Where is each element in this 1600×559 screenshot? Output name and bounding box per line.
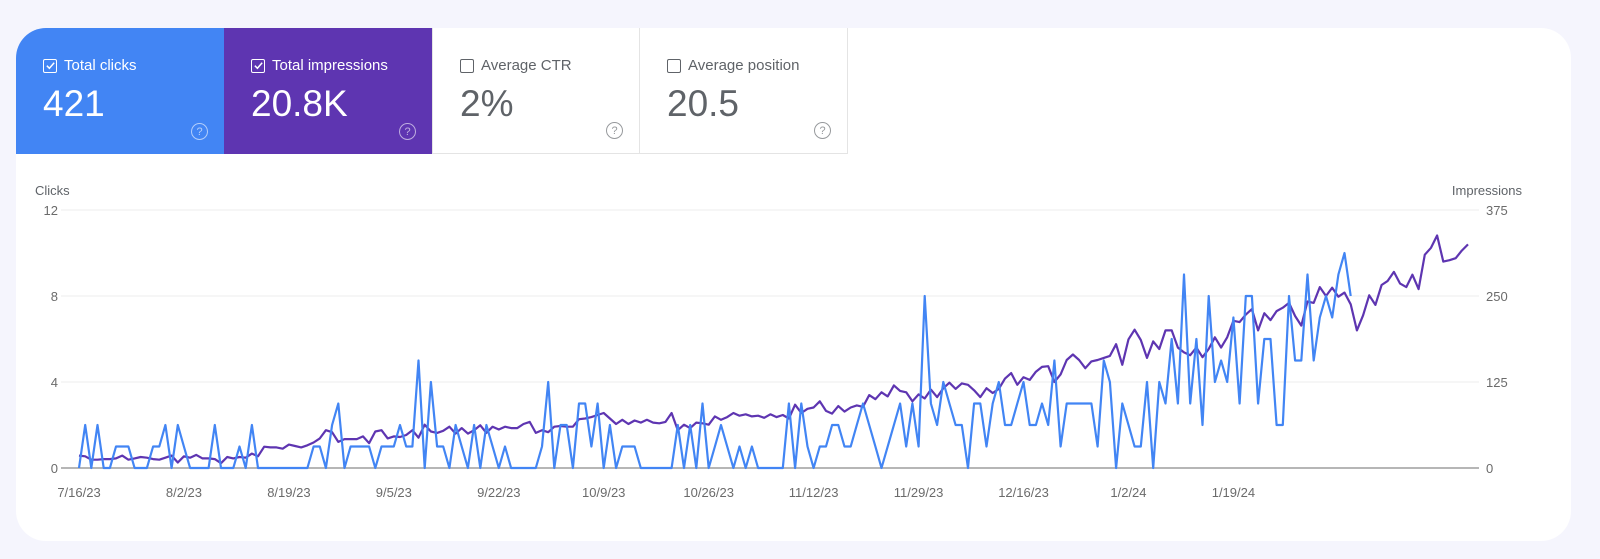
left-tick-label: 8 — [51, 289, 58, 304]
series-line-impressions[interactable] — [79, 236, 1468, 464]
x-tick-label: 10/26/23 — [683, 485, 734, 500]
left-tick-label: 0 — [51, 461, 58, 476]
right-tick-label: 250 — [1486, 289, 1508, 304]
series-points-clicks — [79, 253, 1351, 468]
right-tick-label: 0 — [1486, 461, 1493, 476]
x-tick-label: 7/16/23 — [57, 485, 100, 500]
x-tick-label: 10/9/23 — [582, 485, 625, 500]
performance-chart: Clicks Impressions 0 4 8 12 0 125 250 375 7/16… — [16, 28, 1571, 541]
left-tick-label: 4 — [51, 375, 58, 390]
right-tick-label: 125 — [1486, 375, 1508, 390]
x-tick-label: 9/22/23 — [477, 485, 520, 500]
right-axis-title: Impressions — [1452, 183, 1523, 198]
x-tick-label: 8/19/23 — [267, 485, 310, 500]
x-tick-label: 9/5/23 — [376, 485, 412, 500]
performance-panel: Total clicks 421 ? Total impressions 20.… — [16, 28, 1571, 541]
left-tick-label: 12 — [44, 203, 58, 218]
x-tick-label: 11/29/23 — [894, 485, 944, 500]
series-line-clicks[interactable] — [79, 253, 1351, 468]
x-tick-label: 1/2/24 — [1110, 485, 1146, 500]
x-tick-label: 12/16/23 — [998, 485, 1049, 500]
x-tick-label: 1/19/24 — [1212, 485, 1255, 500]
x-tick-label: 11/12/23 — [789, 485, 839, 500]
x-tick-label: 8/2/23 — [166, 485, 202, 500]
series-points-impressions — [79, 235, 1468, 463]
left-axis-title: Clicks — [35, 183, 70, 198]
right-tick-label: 375 — [1486, 203, 1508, 218]
